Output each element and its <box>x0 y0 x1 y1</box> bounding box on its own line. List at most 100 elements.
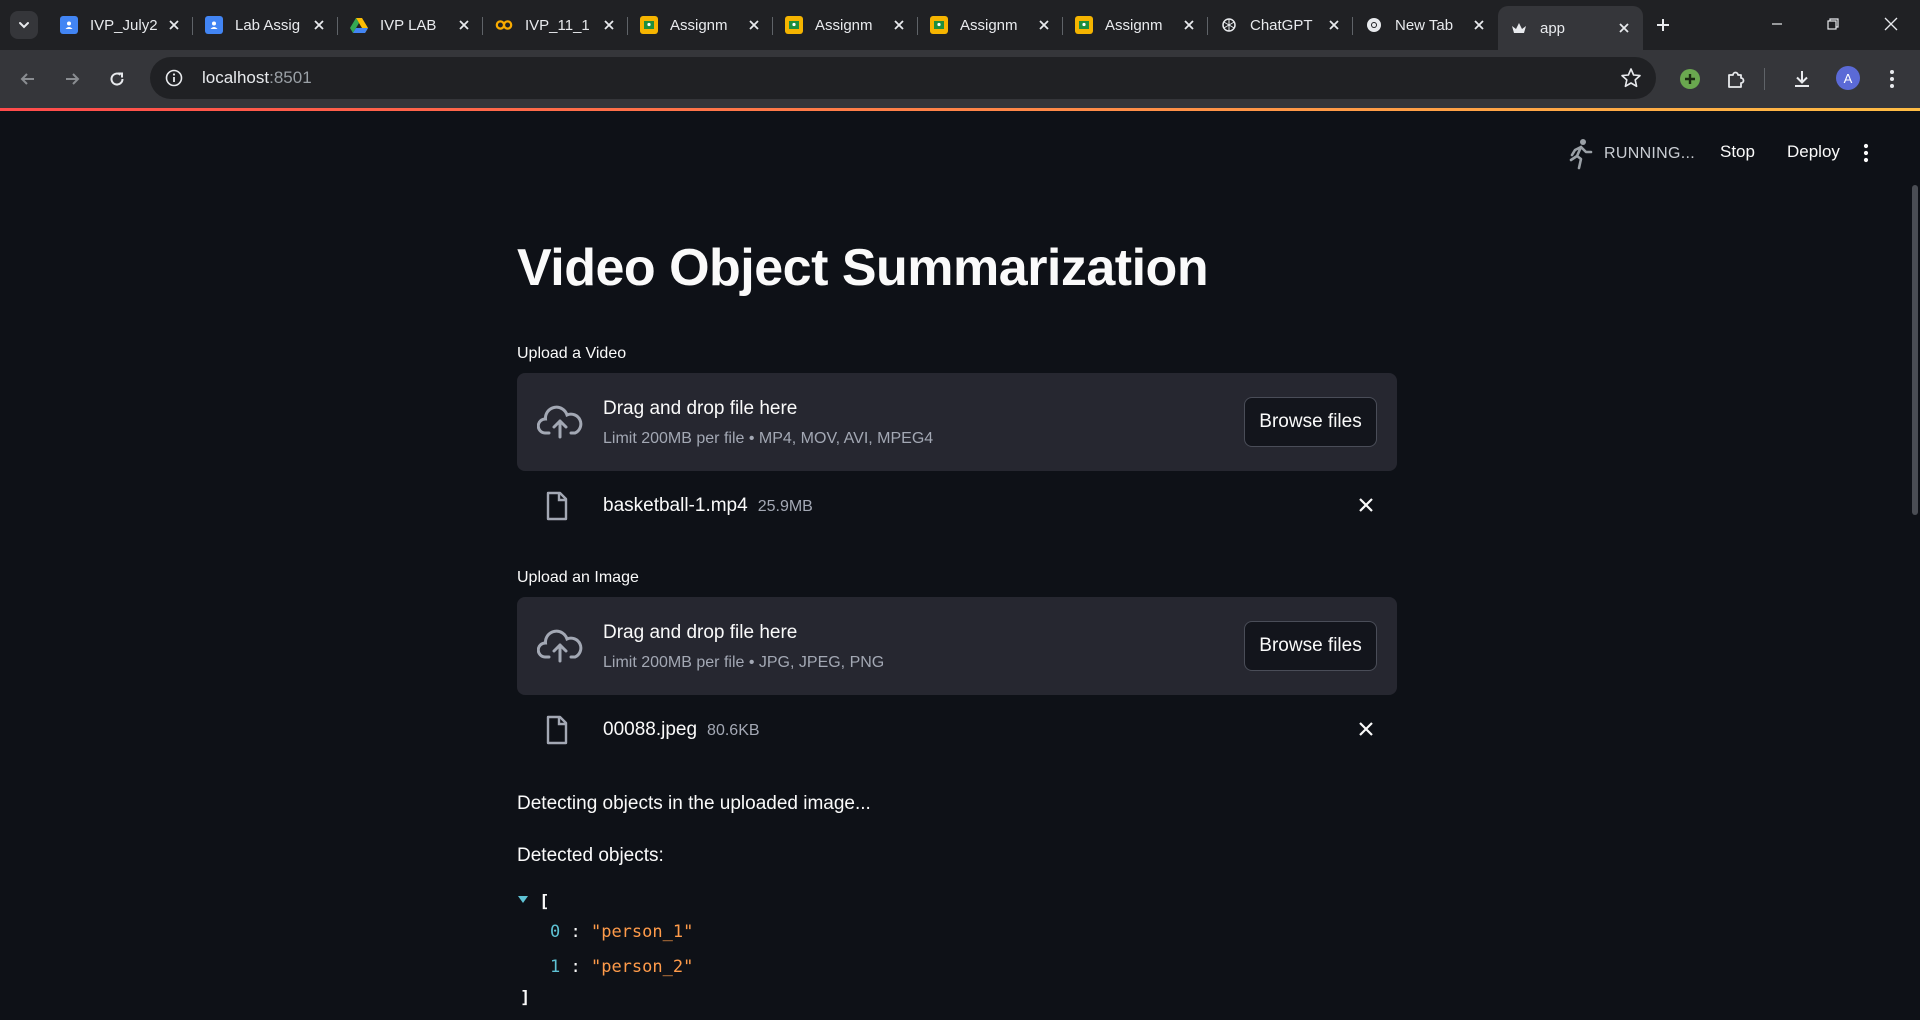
image-uploaded-file: 00088.jpeg 80.6KB <box>517 703 1397 757</box>
close-icon <box>1884 17 1898 31</box>
google-sheets-person-icon <box>60 16 78 34</box>
tab-list: IVP_July2 Lab Assig IVP LAB IVP_11_1 Ass… <box>48 6 1683 50</box>
json-array-footer: ] <box>520 988 530 1008</box>
address-bar[interactable]: localhost:8501 <box>150 57 1656 99</box>
video-uploaded-file: basketball-1.mp4 25.9MB <box>517 479 1397 533</box>
tab-title: IVP_July2 <box>90 16 158 34</box>
arrow-right-icon <box>66 73 80 85</box>
extensions-puzzle-icon[interactable] <box>1724 67 1748 91</box>
image-file-name-text: 00088.jpeg <box>603 719 698 740</box>
video-uploader-label: Upload a Video <box>517 345 627 362</box>
tab-title: IVP LAB <box>380 16 437 34</box>
restore-button[interactable] <box>1804 0 1862 48</box>
minimize-button[interactable] <box>1748 0 1806 48</box>
json-close-bracket: ] <box>520 988 531 1008</box>
close-tab-icon[interactable] <box>1180 16 1198 34</box>
image-file-size: 80.6KB <box>707 722 760 739</box>
status-text: RUNNING... <box>1604 145 1695 162</box>
tab-app-active[interactable]: app <box>1498 6 1643 50</box>
back-button[interactable] <box>14 65 42 93</box>
json-open-bracket: [ <box>539 892 550 912</box>
close-tab-icon[interactable] <box>1615 19 1633 37</box>
chrome-icon <box>1365 16 1383 34</box>
browser-toolbar: localhost:8501 <box>0 50 1920 108</box>
video-dropzone[interactable]: Drag and drop file here Limit 200MB per … <box>517 373 1397 471</box>
tab-assignment-3[interactable]: Assignm <box>918 6 1063 44</box>
json-key: 0 <box>550 922 561 942</box>
reload-button[interactable] <box>103 65 131 93</box>
chevron-down-icon <box>19 22 29 29</box>
tab-ivp-lab[interactable]: IVP LAB <box>338 6 483 44</box>
close-tab-icon[interactable] <box>890 16 908 34</box>
url-host: localhost <box>202 68 270 87</box>
remove-file-icon[interactable] <box>1357 496 1375 514</box>
tab-title: app <box>1540 19 1566 37</box>
restore-icon <box>1827 18 1839 30</box>
url-text: localhost:8501 <box>202 68 312 88</box>
main-content: Video Object Summarization Upload a Vide… <box>517 239 1397 1008</box>
close-window-button[interactable] <box>1862 0 1920 48</box>
downloads-icon[interactable] <box>1790 67 1814 91</box>
forward-button[interactable] <box>58 65 86 93</box>
video-drop-text: Drag and drop file here <box>603 398 798 419</box>
tab-title: ChatGPT <box>1250 16 1313 34</box>
close-tab-icon[interactable] <box>1470 16 1488 34</box>
tab-new-tab[interactable]: New Tab <box>1353 6 1498 44</box>
tab-assignment-1[interactable]: Assignm <box>628 6 773 44</box>
json-array-header[interactable]: [ <box>517 892 550 912</box>
close-tab-icon[interactable] <box>165 16 183 34</box>
video-browse-files-button[interactable]: Browse files <box>1244 397 1377 447</box>
tab-title: IVP_11_1 <box>525 16 590 34</box>
video-file-size: 25.9MB <box>757 498 813 515</box>
close-tab-icon[interactable] <box>455 16 473 34</box>
google-sheets-person-icon <box>205 16 223 34</box>
image-dropzone[interactable]: Drag and drop file here Limit 200MB per … <box>517 597 1397 695</box>
toolbar-divider <box>1764 68 1765 90</box>
cloud-upload-icon <box>537 405 583 439</box>
site-info-icon[interactable] <box>164 68 184 88</box>
image-browse-files-button[interactable]: Browse files <box>1244 621 1377 671</box>
close-tab-icon[interactable] <box>745 16 763 34</box>
file-icon <box>546 715 568 745</box>
google-classroom-icon <box>930 16 948 34</box>
streamlit-icon <box>1510 19 1528 37</box>
tab-chatgpt[interactable]: ChatGPT <box>1208 6 1353 44</box>
tab-ivp-july[interactable]: IVP_July2 <box>48 6 193 44</box>
remove-file-icon[interactable] <box>1357 720 1375 738</box>
caret-down-icon <box>518 896 528 903</box>
close-tab-icon[interactable] <box>310 16 328 34</box>
close-tab-icon[interactable] <box>1035 16 1053 34</box>
tab-lab-assignment[interactable]: Lab Assig <box>193 6 338 44</box>
tab-title: Assignm <box>1105 16 1163 34</box>
browser-menu-icon[interactable] <box>1880 67 1904 91</box>
tab-title: Assignm <box>815 16 873 34</box>
tab-assignment-4[interactable]: Assignm <box>1063 6 1208 44</box>
browser-tab-strip: IVP_July2 Lab Assig IVP LAB IVP_11_1 Ass… <box>0 0 1920 50</box>
deploy-button[interactable]: Deploy <box>1787 142 1840 162</box>
stop-button[interactable]: Stop <box>1720 142 1755 162</box>
tab-title: Assignm <box>960 16 1018 34</box>
tab-search-button[interactable] <box>10 11 38 39</box>
new-tab-button[interactable] <box>1643 6 1683 44</box>
close-tab-icon[interactable] <box>600 16 618 34</box>
tab-title: Assignm <box>670 16 728 34</box>
file-icon <box>546 491 568 521</box>
video-file-name: basketball-1.mp4 25.9MB <box>603 495 813 517</box>
profile-avatar[interactable]: A <box>1836 66 1860 90</box>
tab-ivp-11[interactable]: IVP_11_1 <box>483 6 628 44</box>
bookmark-star-icon[interactable] <box>1620 67 1642 94</box>
detected-objects-label: Detected objects: <box>517 845 664 866</box>
running-man-icon <box>1569 139 1593 170</box>
reload-icon <box>110 72 124 86</box>
page-title: Video Object Summarization <box>517 239 1209 297</box>
image-uploader-label: Upload an Image <box>517 569 639 586</box>
close-tab-icon[interactable] <box>1325 16 1343 34</box>
app-menu-icon[interactable] <box>1862 143 1870 168</box>
json-entry: 1 : "person_2" <box>550 957 694 977</box>
extension-plus-icon[interactable] <box>1678 67 1702 91</box>
google-classroom-icon <box>640 16 658 34</box>
colab-icon <box>495 16 513 34</box>
google-classroom-icon <box>1075 16 1093 34</box>
tab-assignment-2[interactable]: Assignm <box>773 6 918 44</box>
page-scrollbar[interactable] <box>1912 185 1918 515</box>
